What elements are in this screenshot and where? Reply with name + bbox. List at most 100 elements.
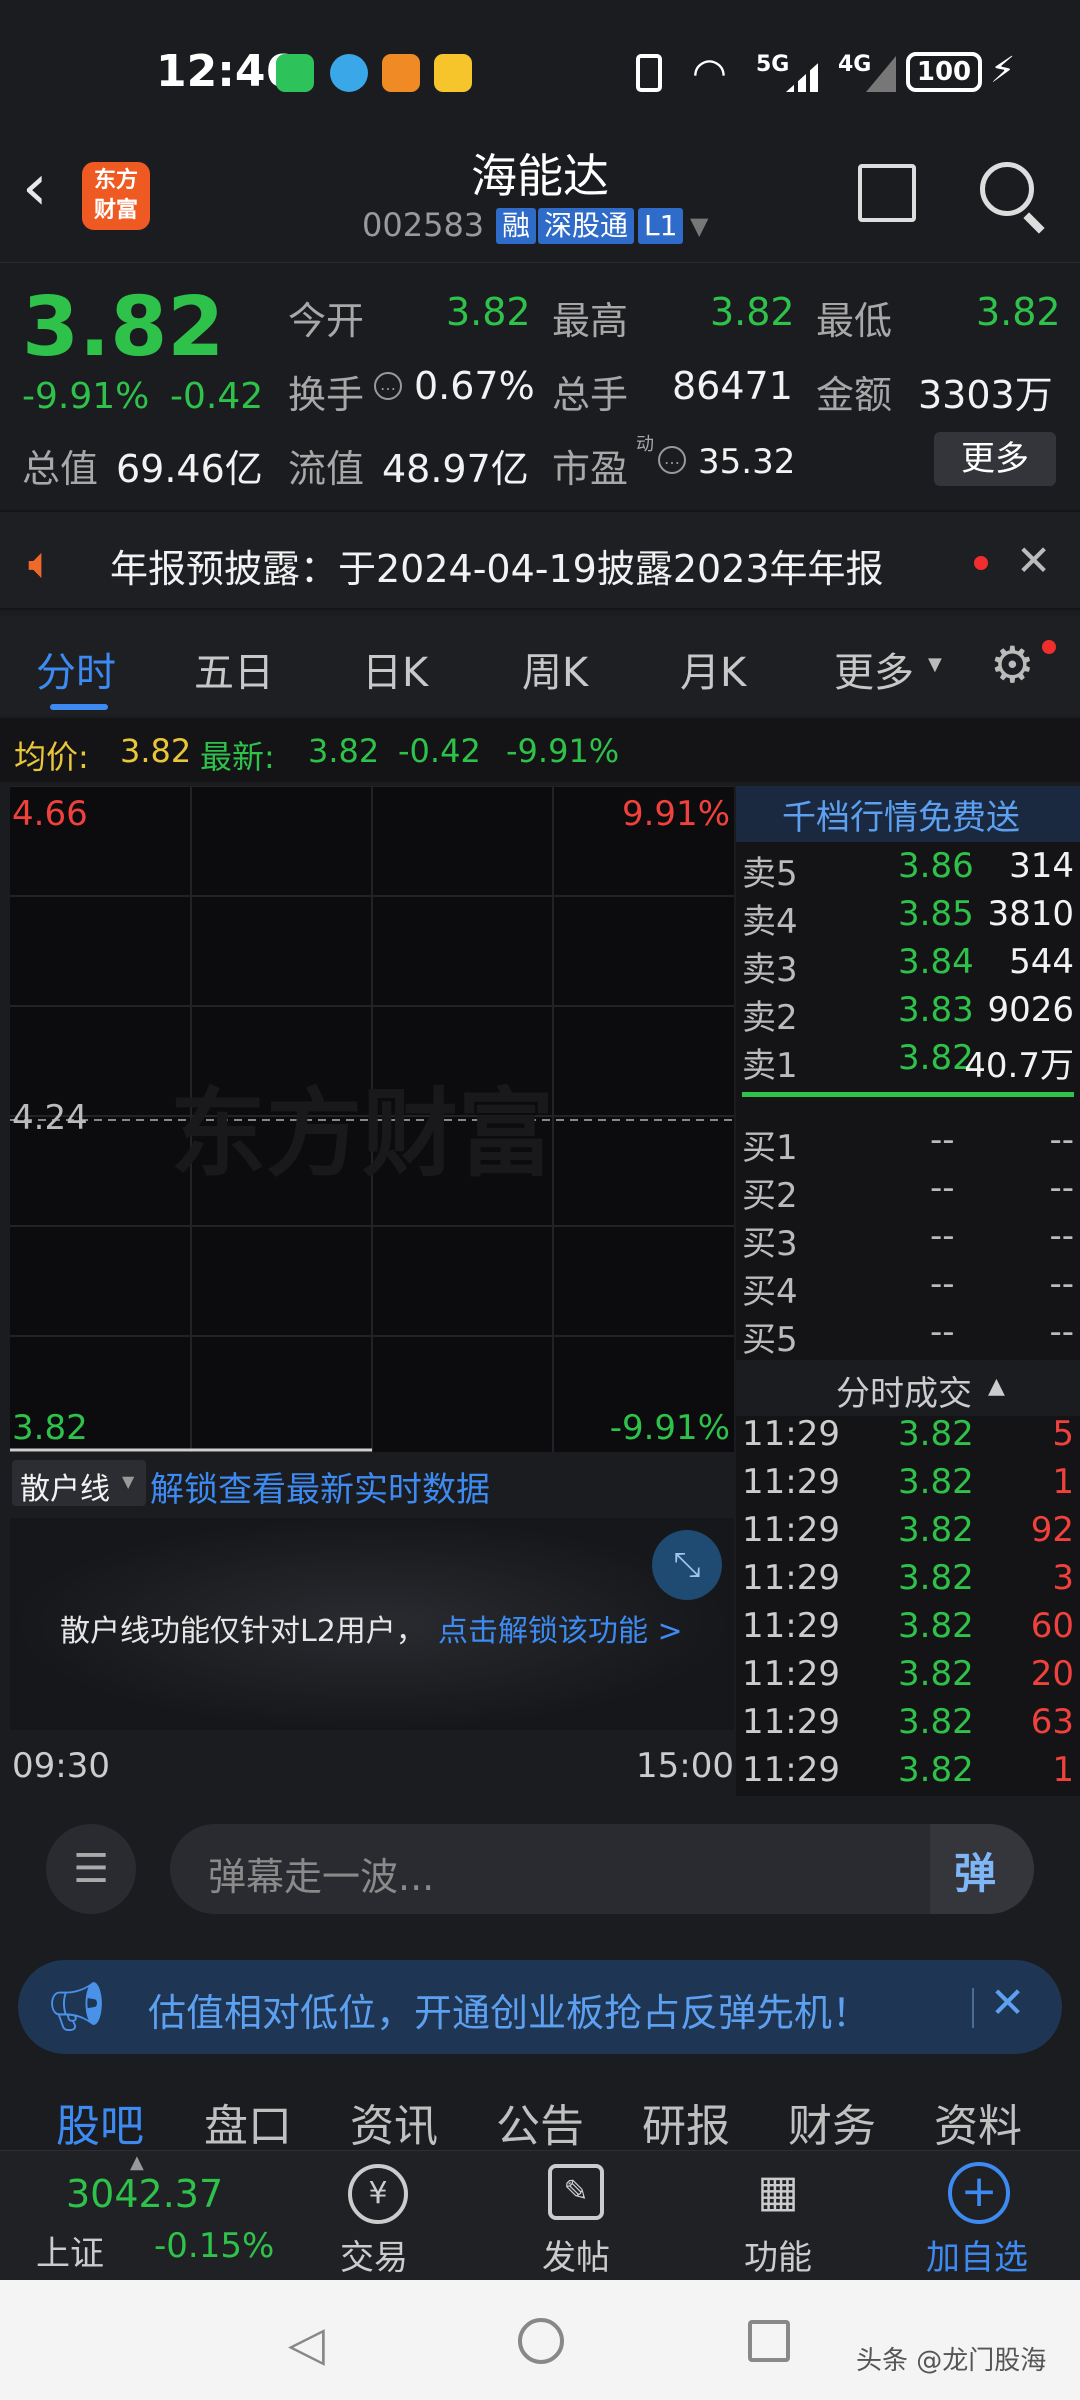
index-caret-icon: ▲ [130, 2152, 144, 2173]
megaphone-icon: 📢︎ [46, 1979, 107, 2035]
bid-volume: -- [1049, 1264, 1074, 1304]
trade-volume: 1 [1052, 1462, 1074, 1502]
high-value: 3.82 [710, 290, 795, 334]
tab-weekly-k[interactable]: 周K [522, 640, 588, 698]
battery-icon: 100 [906, 52, 982, 92]
add-watchlist-icon[interactable]: + [948, 2162, 1010, 2224]
low-label: 最低 [816, 299, 893, 343]
tab-daily-k[interactable]: 日K [362, 640, 428, 698]
trade-time: 11:29 [742, 1606, 840, 1646]
trade-time: 11:29 [742, 1510, 840, 1550]
tab-five-day[interactable]: 五日 [194, 640, 274, 698]
high-label: 最高 [552, 299, 629, 343]
amount-label: 金额 [816, 373, 893, 417]
more-button[interactable]: 更多 [934, 432, 1056, 486]
trade-price: 3.82 [898, 1750, 974, 1790]
ask-volume: 314 [1009, 846, 1074, 886]
subtab-research[interactable]: 研报 [642, 2090, 730, 2154]
trade-price: 3.82 [898, 1510, 974, 1550]
bid-price: -- [930, 1168, 955, 1208]
trade-row: 11:29 3.82 92 [736, 1510, 1080, 1556]
bid-volume: -- [1049, 1312, 1074, 1352]
subtab-news[interactable]: 资讯 [350, 2090, 438, 2154]
subtab-guba[interactable]: 股吧 [56, 2090, 144, 2154]
y-axis-top: 4.66 [12, 794, 88, 834]
index-change-pct: -0.15% [154, 2226, 275, 2266]
unlock-realtime-link[interactable]: 解锁查看最新实时数据 [150, 1462, 490, 1511]
trades-title: 分时成交 [836, 1374, 972, 1414]
trade-volume: 92 [1030, 1510, 1074, 1550]
charging-icon: ⚡ [990, 50, 1016, 91]
market-cap-label: 总值 [22, 447, 99, 491]
tab-monthly-k[interactable]: 月K [680, 640, 746, 698]
promo-close-icon[interactable]: ✕ [990, 1978, 1025, 2027]
source-watermark: 头条 @龙门股海 [856, 2346, 1047, 2376]
subtab-finance[interactable]: 财务 [788, 2090, 876, 2154]
promo-text: 估值相对低位，开通创业板抢占反弹先机！ [148, 1991, 871, 2035]
chevron-down-icon[interactable]: ▼ [690, 212, 708, 240]
nav-recents-icon[interactable] [748, 2320, 790, 2362]
intraday-chart[interactable]: 东方财富 4.66 9.91% 4.24 3.82 -9.91% [10, 786, 734, 1452]
trade-volume: 1 [1052, 1750, 1074, 1790]
add-watchlist-label[interactable]: 加自选 [926, 2230, 1028, 2279]
bid-row-4: 买4 -- -- [736, 1264, 1080, 1312]
subtab-pankou[interactable]: 盘口 [204, 2090, 292, 2154]
stock-code: 002583 [362, 206, 485, 244]
index-value: 3042.37 [66, 2172, 224, 2216]
ask-label: 卖2 [742, 998, 798, 1038]
order-book: 千档行情免费送 卖5 3.86 314 卖4 3.85 3810 卖3 3.84 544 卖… [736, 786, 1080, 1796]
tab-more-caret-icon: ▼ [928, 654, 942, 675]
danmu-toggle-label: 弹 [954, 1849, 997, 1898]
weibo-icon [434, 54, 472, 92]
functions-icon[interactable]: ▦ [750, 2164, 806, 2220]
settings-icon[interactable]: ⚙ [990, 640, 1035, 690]
tag-margin: 融 [496, 208, 537, 244]
trade-icon[interactable]: ¥ [348, 2164, 408, 2224]
stock-name: 海能达 [471, 149, 609, 203]
search-icon[interactable] [980, 162, 1034, 216]
tab-more[interactable]: 更多 [834, 640, 914, 698]
open-value: 3.82 [446, 290, 531, 334]
ask-row-3: 卖3 3.84 544 [736, 942, 1080, 990]
wechat-icon [276, 54, 314, 92]
trade-label[interactable]: 交易 [340, 2230, 408, 2279]
danmu-settings-icon[interactable]: ☰ [46, 1824, 136, 1914]
time-axis-end: 15:00 [636, 1746, 734, 1786]
nav-home-icon[interactable] [518, 2318, 564, 2364]
subtab-profile[interactable]: 资料 [934, 2090, 1022, 2154]
level2-promo-text: 千档行情免费送 [782, 798, 1020, 838]
subtab-announcements[interactable]: 公告 [496, 2090, 584, 2154]
browser-icon [330, 54, 368, 92]
low-value: 3.82 [976, 290, 1061, 334]
status-bar: 12:46 ◠ 5G 4G 100 ⚡ [0, 0, 1080, 140]
notice-text: 年报预披露：于2024-04-19披露2023年年报 [110, 547, 884, 591]
ask-label: 卖4 [742, 902, 798, 942]
last-value: 3.82 [308, 732, 380, 770]
trade-time: 11:29 [742, 1414, 840, 1454]
post-label[interactable]: 发帖 [542, 2230, 610, 2279]
nav-back-icon[interactable]: ◁ [288, 2316, 325, 2372]
info-icon[interactable]: … [374, 372, 402, 400]
volume-value: 86471 [672, 364, 793, 408]
pe-info-icon[interactable]: … [658, 446, 686, 474]
trade-row: 11:29 3.82 5 [736, 1414, 1080, 1460]
trade-time: 11:29 [742, 1558, 840, 1598]
y-axis-bottom: 3.82 [12, 1408, 88, 1448]
expand-icon[interactable]: ⤡ [652, 1530, 722, 1600]
ask-price: 3.84 [898, 942, 974, 982]
share-icon[interactable] [858, 164, 916, 222]
network-5g-label: 5G [756, 52, 790, 77]
index-name: 上证 [36, 2234, 104, 2274]
l2-unlock-link[interactable]: 点击解锁该功能 > [438, 1606, 683, 1650]
l2-notice-text: 散户线功能仅针对L2用户， [60, 1614, 426, 1649]
post-icon[interactable]: ✎ [548, 2164, 604, 2220]
avg-value: 3.82 [120, 732, 192, 770]
turnover-label: 换手 [288, 373, 365, 417]
tab-intraday[interactable]: 分时 [36, 640, 116, 698]
trade-time: 11:29 [742, 1654, 840, 1694]
ask-label: 卖5 [742, 854, 798, 894]
close-icon[interactable]: ✕ [1016, 536, 1051, 585]
promo-divider [972, 1988, 974, 2028]
functions-label[interactable]: 功能 [744, 2230, 812, 2279]
tag-level: L1 [638, 208, 684, 244]
